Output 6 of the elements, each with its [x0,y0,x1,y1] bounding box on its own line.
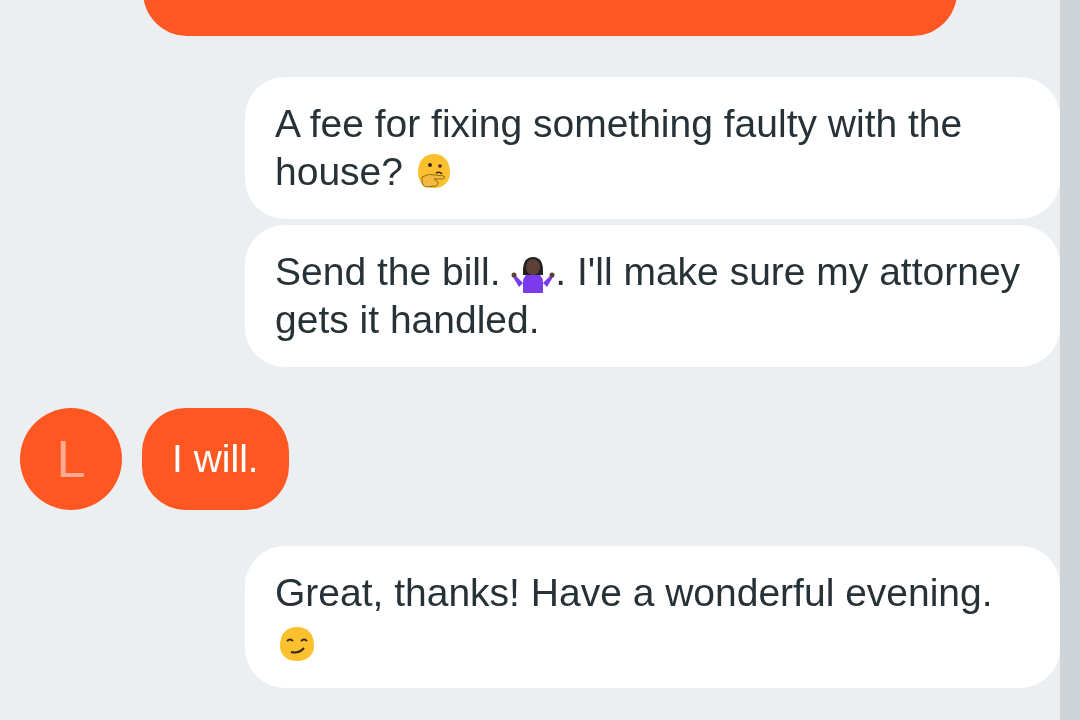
avatar: L [20,408,122,510]
scrollbar[interactable] [1060,0,1080,720]
message-bubble: Great, thanks! Have a wonderful evening. [245,546,1060,688]
message-bubble: I will. [142,408,289,510]
message-bubble: Send the bill. . I'll make sure my attorney gets it handled. [245,225,1060,367]
message-bubble: A fee for fixing something faulty with the house? [245,77,1060,219]
